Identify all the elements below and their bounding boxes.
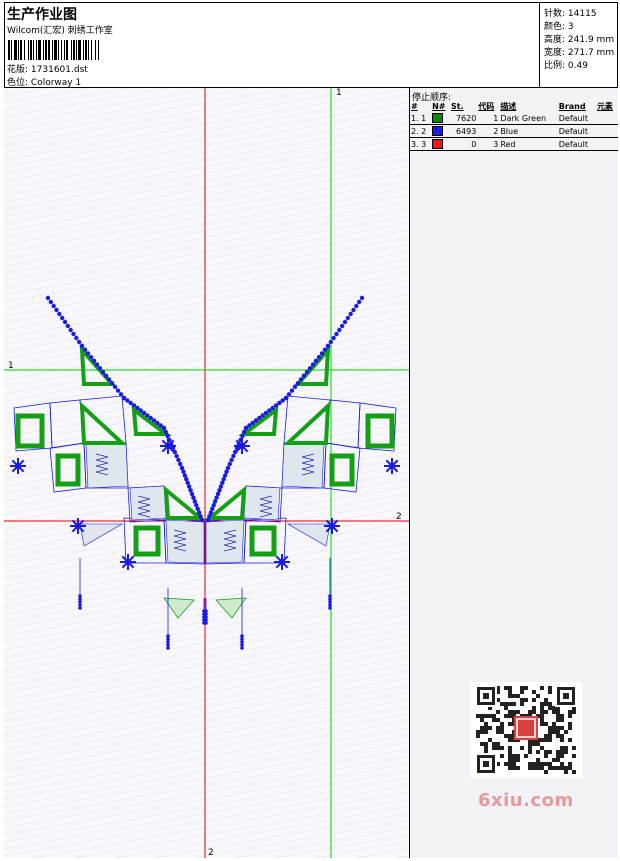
color-swatch (432, 139, 444, 149)
axis-label-green-top: 1 (336, 88, 342, 98)
scale-value: 0.49 (567, 61, 588, 71)
stitch-count: 6493 (449, 124, 478, 138)
col-header: 元素 (596, 101, 613, 111)
qr-code (470, 682, 582, 778)
element (595, 137, 618, 151)
col-header: 代码 (478, 101, 495, 111)
element (595, 112, 618, 125)
height-value: 241.9 mm (567, 35, 615, 45)
col-header: # (411, 101, 418, 111)
axis-label-red-right: 2 (396, 512, 402, 522)
width-value: 271.7 mm (567, 48, 615, 58)
col-header: N# (432, 101, 446, 111)
color-swatch (432, 126, 444, 136)
row-index: 3. 3 (410, 137, 432, 151)
col-header: Brand (558, 101, 586, 111)
page-title: 生产作业图 (7, 7, 77, 23)
stitches-label: 针数: (544, 9, 566, 19)
color-swatch-cell (431, 124, 450, 138)
watermark: 6xiu.com (478, 790, 574, 811)
stitch-count: 7620 (449, 112, 478, 125)
design-info: 花版: 1731601.dst (7, 62, 88, 75)
row-index: 1. 1 (410, 112, 432, 125)
col-header: 描述 (500, 101, 517, 111)
color-swatch (432, 113, 444, 123)
color-description: Dark Green (499, 112, 558, 125)
table-row[interactable]: 3. 3 0 3 Red Default (410, 137, 618, 151)
colors-label: 颜色: (544, 22, 566, 32)
stitch-count: 0 (449, 137, 478, 151)
stitches-value: 14115 (567, 9, 597, 19)
colorway-value: Colorway 1 (30, 78, 82, 88)
design-value: 1731601.dst (30, 65, 88, 75)
colorway-info: 色位: Colorway 1 (7, 75, 81, 88)
brand: Default (557, 112, 596, 125)
scale-label: 比例: (544, 61, 566, 71)
stats-panel: 针数: 14115 颜色: 3 高度: 241.9 mm 宽度: 271.7 m… (542, 2, 618, 87)
design-label: 花版: (7, 65, 29, 75)
color-description: Red (499, 137, 558, 151)
header-left: 生产作业图 Wilcom(汇宏) 刺绣工作室 花版: 1731601.dst 色… (4, 2, 540, 88)
table-row[interactable]: 2. 2 6493 2 Blue Default (410, 124, 618, 138)
color-swatch-cell (431, 112, 450, 125)
color-code: 1 (477, 112, 500, 125)
stop-sequence-table: # N# St. 代码 描述 Brand 元素 1. 1 7620 1 Dark… (410, 100, 618, 151)
width-label: 宽度: (544, 48, 566, 58)
color-code: 3 (477, 137, 500, 151)
table-header-row: # N# St. 代码 描述 Brand 元素 (410, 100, 618, 112)
software-subtitle: Wilcom(汇宏) 刺绣工作室 (7, 26, 113, 36)
axis-label-red-bottom: 2 (208, 848, 214, 858)
brand: Default (557, 124, 596, 138)
row-index: 2. 2 (410, 124, 432, 138)
colors-value: 3 (567, 22, 574, 32)
color-swatch-cell (431, 137, 450, 151)
design-canvas[interactable]: 1 1 2 2 (4, 88, 410, 858)
col-header: St. (450, 101, 464, 111)
brand: Default (557, 137, 596, 151)
colorway-label: 色位: (7, 78, 29, 88)
barcode (8, 40, 99, 60)
height-label: 高度: (544, 35, 566, 45)
embroidery-design (4, 88, 409, 858)
header: 生产作业图 Wilcom(汇宏) 刺绣工作室 花版: 1731601.dst 色… (4, 2, 618, 88)
color-code: 2 (477, 124, 500, 138)
color-description: Blue (499, 124, 558, 138)
table-row[interactable]: 1. 1 7620 1 Dark Green Default (410, 112, 618, 125)
element (595, 124, 618, 138)
axis-label-green-left: 1 (8, 361, 14, 371)
